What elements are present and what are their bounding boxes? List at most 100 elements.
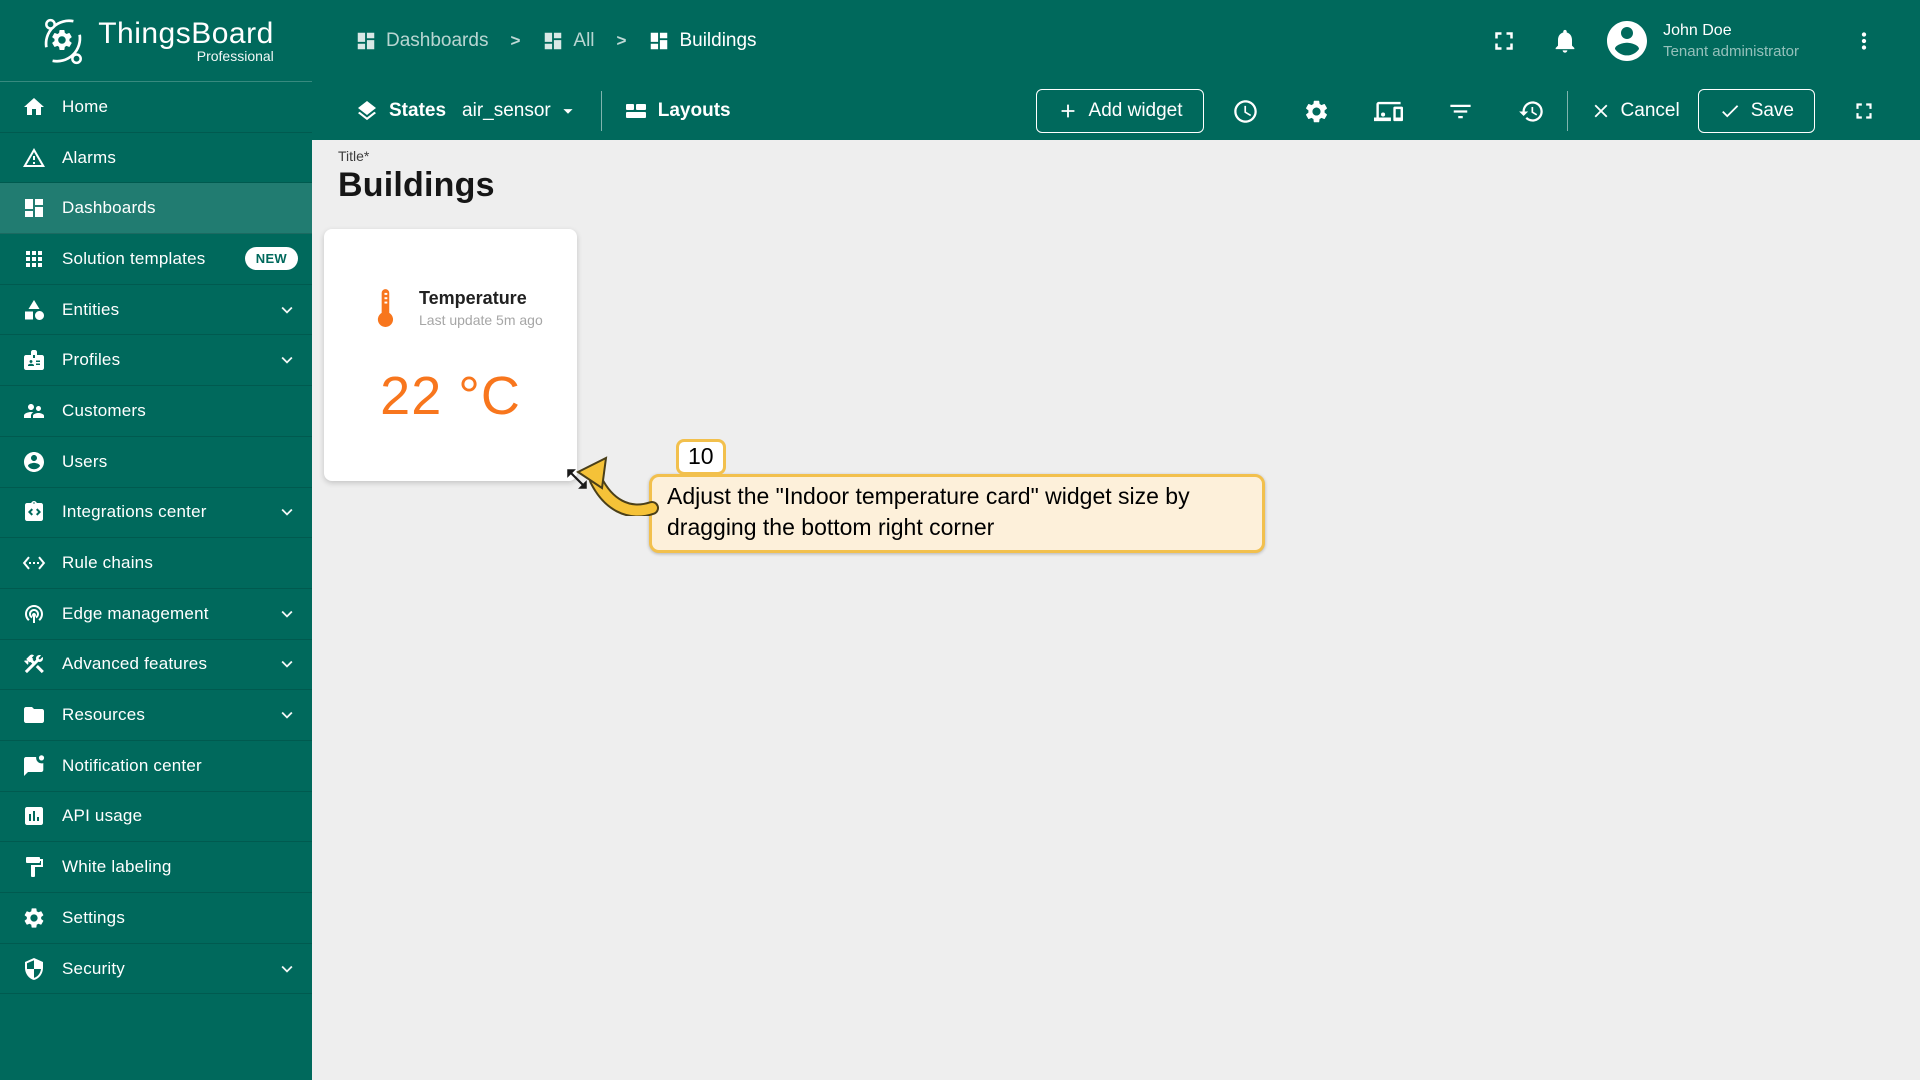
gear-icon [1305, 100, 1327, 122]
chevron-down-icon [281, 509, 293, 517]
header-actions: John Doe Tenant administrator [1489, 17, 1877, 65]
sidebar-item-home[interactable]: Home [0, 82, 312, 133]
breadcrumb-label: All [573, 30, 595, 51]
sidebar-item-label: Advanced features [62, 654, 208, 674]
solution-templates-icon [26, 250, 42, 267]
dashboard-settings-button[interactable] [1303, 98, 1330, 125]
add-widget-label: Add widget [1088, 100, 1183, 121]
filter-button[interactable] [1447, 98, 1474, 125]
temperature-value: 22 °C [380, 366, 521, 426]
toolbar-divider [600, 91, 602, 131]
version-history-button[interactable] [1518, 98, 1545, 125]
advanced-features-icon [24, 655, 44, 674]
brand-name: ThingsBoard [98, 16, 274, 50]
breadcrumb-item-all[interactable]: All [542, 30, 595, 52]
sidebar-item-customers[interactable]: Customers [0, 386, 312, 437]
edit-fullscreen-button[interactable] [1851, 98, 1877, 124]
state-select[interactable]: air_sensor [462, 100, 579, 122]
sidebar-item-solution-templates[interactable]: Solution templates NEW [0, 234, 312, 285]
fullscreen-icon [1495, 32, 1513, 50]
resources-icon [24, 707, 44, 724]
sidebar-item-settings[interactable]: Settings [0, 893, 312, 944]
sidebar-item-resources[interactable]: Resources [0, 690, 312, 741]
sidebar-item-label: Solution templates [62, 248, 206, 268]
sidebar-item-edge-management[interactable]: Edge management [0, 589, 312, 640]
dashboard-icon [545, 32, 562, 50]
dashboard-title-field[interactable]: Title* Buildings [312, 140, 1920, 205]
sidebar-item-label: Notification center [62, 755, 202, 775]
chevron-down-icon [281, 661, 293, 669]
fullscreen-button[interactable] [1489, 26, 1519, 56]
dashboard-canvas: Title* Buildings Temperature Last update… [312, 140, 1920, 1080]
user-avatar[interactable] [1603, 17, 1651, 65]
notifications-icon [1555, 29, 1575, 53]
sidebar-item-advanced-features[interactable]: Advanced features [0, 640, 312, 691]
sidebar-item-label: Entities [62, 299, 120, 319]
dashboard-icon [651, 32, 668, 50]
user-name: John Doe [1663, 22, 1732, 39]
thermometer-icon [377, 289, 394, 328]
integrations-center-icon [25, 501, 43, 522]
state-value: air_sensor [462, 100, 551, 121]
breadcrumb-item-buildings[interactable]: Buildings [648, 30, 757, 52]
sidebar-item-integrations-center[interactable]: Integrations center [0, 488, 312, 539]
temperature-widget[interactable]: Temperature Last update 5m ago 22 °C [324, 229, 587, 489]
brand-edition: Professional [196, 47, 274, 64]
sidebar-item-alarms[interactable]: Alarms [0, 133, 312, 184]
more-vert-icon [1861, 32, 1867, 50]
sidebar-item-rule-chains[interactable]: Rule chains [0, 538, 312, 589]
save-button[interactable]: Save [1697, 89, 1815, 133]
more-menu-button[interactable] [1851, 28, 1877, 54]
sidebar-item-dashboards[interactable]: Dashboards [0, 183, 312, 235]
add-widget-button[interactable]: Add widget [1035, 89, 1204, 133]
chevron-down-icon [281, 965, 293, 973]
users-icon [24, 451, 44, 472]
user-menu[interactable]: John Doe Tenant administrator [1663, 20, 1799, 62]
sidebar-item-label: Dashboards [62, 198, 156, 218]
chevron-down-icon [281, 711, 293, 719]
page-title: Buildings [338, 166, 495, 204]
sidebar-item-entities[interactable]: Entities [0, 285, 312, 336]
cancel-label: Cancel [1620, 100, 1680, 121]
close-icon [1594, 104, 1607, 118]
new-badge: NEW [244, 247, 298, 271]
edge-management-icon [25, 604, 43, 623]
sidebar: ThingsBoard Professional Home Alarms Das… [0, 0, 312, 1080]
sidebar-item-white-labeling[interactable]: White labeling [0, 842, 312, 893]
sidebar-item-security[interactable]: Security [0, 944, 312, 995]
sidebar-item-label: Resources [62, 705, 146, 725]
time-window-button[interactable] [1232, 98, 1259, 125]
profiles-icon [24, 350, 44, 371]
sidebar-item-api-usage[interactable]: API usage [0, 792, 312, 843]
sidebar-item-notification-center[interactable]: Notification center [0, 741, 312, 792]
chevron-down-icon [281, 357, 293, 364]
brand-logo[interactable]: ThingsBoard Professional [0, 0, 312, 82]
top-header: Dashboards > All > Buildings John Doe Te… [312, 0, 1920, 140]
breadcrumb-item-dashboards[interactable]: Dashboards [355, 30, 488, 52]
layouts-icon [625, 104, 646, 118]
sidebar-item-label: Integrations center [62, 502, 207, 522]
chevron-down-icon [281, 610, 293, 618]
notification-center-icon [24, 755, 45, 776]
rule-chains-icon [22, 556, 46, 570]
cancel-button[interactable]: Cancel [1590, 100, 1680, 122]
thingsboard-logo-icon [44, 18, 83, 64]
sidebar-item-label: Security [62, 958, 126, 978]
widget-last-update: Last update 5m ago [419, 311, 543, 328]
states-layers-icon [358, 101, 376, 121]
sidebar-item-label: Edge management [62, 603, 209, 623]
sidebar-item-profiles[interactable]: Profiles [0, 335, 312, 387]
sidebar-item-label: API usage [62, 806, 143, 826]
dashboard-icon [357, 32, 375, 50]
manage-layouts-button[interactable] [1373, 97, 1403, 126]
chevron-down-icon [281, 306, 293, 314]
assist-step-badge: 10 [676, 439, 726, 475]
sidebar-item-label: Profiles [62, 350, 121, 370]
sidebar-item-users[interactable]: Users [0, 437, 312, 488]
layouts-button[interactable]: Layouts [624, 99, 731, 123]
notifications-button[interactable] [1551, 27, 1579, 55]
sidebar-item-label: Rule chains [62, 553, 154, 573]
sidebar-item-label: Alarms [62, 147, 117, 167]
breadcrumb-separator: > [616, 31, 627, 50]
states-label: States [389, 100, 447, 121]
